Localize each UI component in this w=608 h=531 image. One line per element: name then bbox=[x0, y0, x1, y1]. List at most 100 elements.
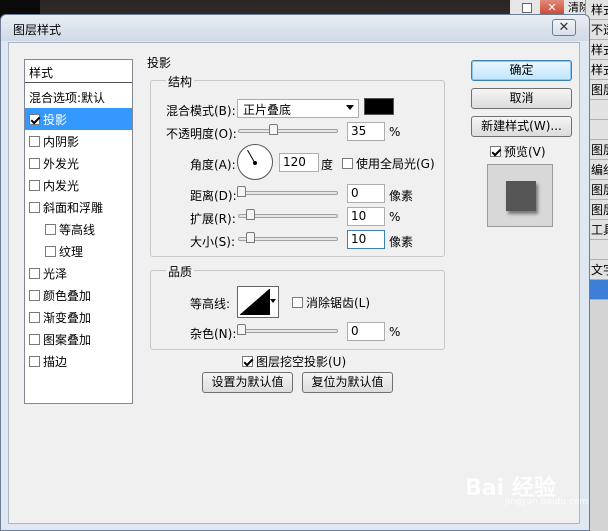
dialog-title: 图层样式 bbox=[13, 23, 62, 37]
style-checkbox[interactable] bbox=[29, 334, 40, 345]
noise-slider-thumb[interactable] bbox=[237, 324, 246, 335]
style-item-label: 外发光 bbox=[43, 157, 80, 171]
style-item[interactable]: 内阴影 bbox=[25, 130, 132, 152]
chevron-down-icon bbox=[270, 299, 276, 303]
style-item[interactable]: 颜色叠加 bbox=[25, 284, 132, 306]
spread-input[interactable]: 10 bbox=[347, 207, 385, 226]
blend-mode-label: 混合模式(B): bbox=[166, 104, 236, 118]
distance-unit: 像素 bbox=[389, 189, 414, 203]
anti-alias-checkbox[interactable] bbox=[292, 297, 303, 308]
angle-label: 角度(A): bbox=[190, 158, 236, 172]
style-checkbox[interactable] bbox=[29, 290, 40, 301]
style-item[interactable]: 投影 bbox=[25, 108, 132, 130]
style-item-label: 描边 bbox=[43, 355, 68, 369]
preview-checkbox[interactable] bbox=[490, 146, 501, 157]
global-light-label: 使用全局光(G) bbox=[356, 157, 435, 171]
style-item[interactable]: 外发光 bbox=[25, 152, 132, 174]
blend-options-item[interactable]: 混合选项:默认 bbox=[25, 86, 132, 108]
preview-square bbox=[506, 181, 536, 211]
style-item[interactable]: 渐变叠加 bbox=[25, 306, 132, 328]
angle-center-dot bbox=[253, 161, 257, 165]
global-light-checkbox[interactable] bbox=[342, 158, 353, 169]
style-item-label: 光泽 bbox=[43, 267, 68, 281]
set-default-button[interactable]: 设置为默认值 bbox=[202, 372, 293, 393]
style-item-label: 渐变叠加 bbox=[43, 311, 92, 325]
global-light-checkbox-row[interactable]: 使用全局光(G) bbox=[342, 155, 435, 172]
chevron-down-icon bbox=[346, 105, 354, 110]
style-checkbox[interactable] bbox=[29, 136, 40, 147]
knockout-checkbox-row[interactable]: 图层挖空投影(U) bbox=[242, 353, 346, 370]
style-checkbox[interactable] bbox=[29, 114, 40, 125]
distance-slider-track[interactable] bbox=[238, 191, 338, 195]
blend-mode-select[interactable]: 正片叠底 bbox=[237, 99, 359, 118]
style-checkbox[interactable] bbox=[45, 224, 56, 235]
preview-checkbox-row[interactable]: 预览(V) bbox=[490, 143, 546, 160]
styles-header[interactable]: 样式 bbox=[25, 60, 132, 83]
style-item[interactable]: 斜面和浮雕 bbox=[25, 196, 132, 218]
checkbox-icon bbox=[522, 3, 532, 13]
spread-label: 扩展(R): bbox=[190, 212, 236, 226]
contour-picker[interactable] bbox=[237, 286, 279, 318]
angle-unit: 度 bbox=[321, 158, 334, 172]
style-checkbox[interactable] bbox=[29, 268, 40, 279]
style-item[interactable]: 等高线 bbox=[25, 218, 132, 240]
noise-input[interactable]: 0 bbox=[347, 322, 385, 341]
style-item[interactable]: 描边 bbox=[25, 350, 132, 372]
style-item-label: 等高线 bbox=[59, 223, 96, 237]
opacity-slider-thumb[interactable] bbox=[269, 124, 278, 135]
style-item[interactable]: 光泽 bbox=[25, 262, 132, 284]
cancel-button[interactable]: 取消 bbox=[471, 88, 572, 109]
distance-label: 距离(D): bbox=[190, 189, 237, 203]
spread-unit: % bbox=[389, 210, 401, 224]
style-checkbox[interactable] bbox=[29, 356, 40, 367]
noise-label: 杂色(N): bbox=[190, 327, 237, 341]
style-item[interactable]: 纹理 bbox=[25, 240, 132, 262]
size-label: 大小(S): bbox=[190, 235, 236, 249]
dialog-titlebar[interactable]: 图层样式 ✕ bbox=[1, 15, 589, 41]
style-checkbox[interactable] bbox=[29, 180, 40, 191]
size-input[interactable]: 10 bbox=[347, 230, 385, 249]
distance-slider-thumb[interactable] bbox=[237, 186, 246, 197]
style-preview bbox=[487, 164, 553, 227]
style-checkbox[interactable] bbox=[45, 246, 56, 257]
angle-input[interactable]: 120 bbox=[279, 153, 319, 172]
anti-alias-label: 消除锯齿(L) bbox=[306, 296, 371, 310]
style-item-label: 内阴影 bbox=[43, 135, 80, 149]
section-title: 投影 bbox=[147, 56, 172, 70]
contour-curve-icon bbox=[240, 289, 270, 315]
baidu-watermark: Bai 经验 jingyan.baidu.com bbox=[465, 470, 588, 510]
contour-label: 等高线: bbox=[190, 297, 231, 311]
ok-button[interactable]: 确定 bbox=[471, 60, 572, 81]
dialog-close-button[interactable]: ✕ bbox=[552, 19, 576, 36]
size-unit: 像素 bbox=[389, 235, 414, 249]
style-item-label: 内发光 bbox=[43, 179, 80, 193]
spread-slider-thumb[interactable] bbox=[246, 209, 255, 220]
shadow-color-swatch[interactable] bbox=[364, 98, 394, 115]
style-checkbox[interactable] bbox=[29, 158, 40, 169]
distance-input[interactable]: 0 bbox=[347, 184, 385, 203]
style-item-label: 投影 bbox=[43, 113, 68, 127]
anti-alias-checkbox-row[interactable]: 消除锯齿(L) bbox=[292, 294, 370, 311]
style-item-label: 颜色叠加 bbox=[43, 289, 92, 303]
structure-title: 结构 bbox=[166, 73, 195, 90]
styles-list: 样式 混合选项:默认 投影内阴影外发光内发光斜面和浮雕等高线纹理光泽颜色叠加渐变… bbox=[24, 59, 133, 404]
style-checkbox[interactable] bbox=[29, 312, 40, 323]
style-item[interactable]: 图案叠加 bbox=[25, 328, 132, 350]
opacity-unit: % bbox=[389, 125, 401, 139]
reset-default-button[interactable]: 复位为默认值 bbox=[302, 372, 393, 393]
preview-label: 预览(V) bbox=[504, 145, 546, 159]
opacity-slider-track[interactable] bbox=[238, 129, 338, 133]
style-item[interactable]: 内发光 bbox=[25, 174, 132, 196]
style-item-label: 斜面和浮雕 bbox=[43, 201, 104, 215]
size-slider-thumb[interactable] bbox=[246, 232, 255, 243]
style-checkbox[interactable] bbox=[29, 202, 40, 213]
new-style-button[interactable]: 新建样式(W)... bbox=[471, 116, 572, 137]
knockout-checkbox[interactable] bbox=[242, 356, 253, 367]
quality-title: 品质 bbox=[166, 263, 195, 280]
opacity-input[interactable]: 35 bbox=[347, 122, 385, 141]
angle-dial[interactable] bbox=[237, 144, 273, 180]
noise-slider-track[interactable] bbox=[238, 329, 338, 333]
noise-unit: % bbox=[389, 325, 401, 339]
opacity-label: 不透明度(O): bbox=[166, 127, 237, 141]
style-item-label: 纹理 bbox=[59, 245, 84, 259]
